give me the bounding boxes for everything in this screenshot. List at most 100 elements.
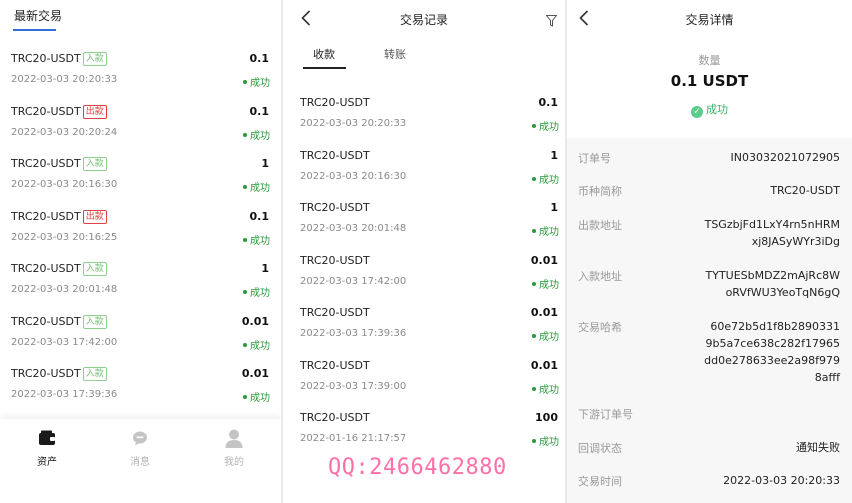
transaction-list: TRC20-USDT 入款 2022-03-03 20:20:33 0.1 成功 … (0, 42, 281, 410)
status-badge: 成功 (532, 171, 559, 186)
status-badge: 成功 (532, 118, 559, 133)
list-item[interactable]: TRC20-USDT 入款 2022-03-03 17:42:00 0.01 成功 (0, 305, 281, 358)
deposit-tag: 入款 (82, 262, 107, 276)
status-dot-icon (532, 229, 536, 233)
tabbar-label: 消息 (130, 457, 150, 468)
status-badge: 成功 (532, 381, 559, 396)
transaction-time: 2022-03-03 20:20:33 (11, 74, 118, 85)
list-item[interactable]: TRC20-USDT 入款 2022-03-03 17:39:36 0.01 成功 (0, 357, 281, 410)
currency-name: TRC20-USDT (300, 148, 370, 162)
transaction-amount: 0.01 (530, 253, 558, 267)
transaction-amount: 0.01 (241, 367, 269, 380)
list-item[interactable]: TRC20-USDT 2022-03-03 17:39:00 0.01 成功 (283, 349, 565, 402)
payout-address-label: 出款地址 (578, 219, 622, 232)
transaction-time: 2022-03-03 20:01:48 (300, 223, 407, 234)
deposit-tag: 入款 (82, 314, 107, 329)
transaction-time: 2022-01-16 21:17:57 (300, 433, 407, 444)
transaction-time: 2022-03-03 20:16:25 (11, 231, 118, 243)
chat-bubble-icon (133, 431, 147, 445)
active-tab-underline (13, 29, 56, 31)
status-dot-icon (532, 334, 536, 338)
transaction-amount: 0.1 (249, 209, 270, 223)
tabbar-item-profile[interactable]: 我的 (204, 427, 264, 468)
contact-watermark: QQ:2466462880 (328, 455, 507, 480)
tx-hash-label: 交易哈希 (578, 321, 622, 334)
list-item[interactable]: TRC20-USDT 2022-01-16 21:17:57 100 成功 (283, 401, 565, 454)
tab-transfer[interactable]: 转账 (384, 46, 406, 62)
transaction-time: 2022-03-03 17:42:00 (11, 336, 118, 348)
status-badge: 成功 (532, 223, 559, 238)
withdraw-tag: 出款 (82, 209, 107, 224)
status-dot-icon (243, 342, 247, 347)
status-badge: 成功 (243, 74, 270, 89)
deposit-address-value: TYTUESbMDZ2mAjRc8WoRVfWU3YeoTqN6gQ (705, 269, 840, 299)
status-dot-icon (243, 132, 247, 137)
status-dot-icon (532, 386, 536, 391)
payout-address-value: TSGzbjFd1LxY4rn5nHRMxj8JASyWYr3iDg (704, 218, 840, 248)
list-item[interactable]: TRC20-USDT 2022-03-03 20:01:48 1 成功 (283, 191, 565, 244)
list-item[interactable]: TRC20-USDT 2022-03-03 20:16:30 1 成功 (283, 139, 565, 192)
transaction-amount: 100 (535, 411, 558, 424)
tabbar-item-messages[interactable]: 消息 (110, 427, 170, 468)
status-badge: 成功 (243, 179, 270, 194)
status-dot-icon (532, 281, 536, 286)
currency-name: TRC20-USDT 出款 (11, 104, 107, 119)
user-icon (225, 429, 243, 448)
status-badge: ✓ 成功 (567, 101, 852, 118)
list-item[interactable]: TRC20-USDT 2022-03-03 17:42:00 0.01 成功 (283, 244, 565, 297)
status-badge: 成功 (532, 276, 559, 291)
list-item[interactable]: TRC20-USDT 2022-03-03 20:20:33 0.1 成功 (283, 86, 565, 139)
records-list: TRC20-USDT 2022-03-03 20:20:33 0.1 成功 TR… (283, 86, 565, 454)
currency-name: TRC20-USDT 入款 (11, 52, 107, 66)
transaction-amount: 0.1 (249, 104, 270, 118)
downstream-order-label: 下游订单号 (578, 408, 633, 421)
detail-fields: 订单号 IN03032021072905 币种简称 TRC20-USDT 出款地… (567, 138, 852, 503)
transaction-amount: 0.01 (530, 358, 558, 372)
tx-time-label: 交易时间 (578, 475, 622, 488)
transaction-time: 2022-03-03 17:42:00 (300, 275, 407, 287)
filter-button[interactable] (545, 12, 558, 31)
transaction-amount: 1 (550, 201, 558, 214)
transaction-amount: 0.01 (241, 314, 269, 328)
transaction-detail-panel: 交易详情 数量 0.1 USDT ✓ 成功 订单号 IN0303202107290… (567, 0, 852, 503)
tx-hash-value: 60e72b5d1f8b28903319b5a7ce638c282f17965d… (704, 320, 840, 384)
transaction-time: 2022-03-03 17:39:36 (300, 328, 407, 339)
list-item[interactable]: TRC20-USDT 出款 2022-03-03 20:20:24 0.1 成功 (0, 95, 281, 148)
transaction-amount: 0.01 (530, 306, 558, 319)
transaction-amount: 0.1 (249, 52, 270, 65)
currency-name: TRC20-USDT (300, 253, 370, 267)
currency-name: TRC20-USDT (300, 201, 370, 214)
status-dot-icon (532, 439, 536, 443)
active-tab-underline (303, 67, 346, 69)
tabbar-item-assets[interactable]: 资产 (17, 427, 77, 468)
deposit-tag: 入款 (82, 157, 107, 171)
tab-receive[interactable]: 收款 (313, 46, 335, 62)
list-item[interactable]: TRC20-USDT 2022-03-03 17:39:36 0.01 成功 (283, 296, 565, 349)
page-title: 交易记录 (399, 13, 448, 27)
list-item[interactable]: TRC20-USDT 入款 2022-03-03 20:16:30 1 成功 (0, 147, 281, 200)
currency-name: TRC20-USDT (300, 96, 370, 109)
order-number-label: 订单号 (578, 152, 611, 165)
tab-latest-transactions[interactable]: 最新交易 (14, 7, 62, 24)
order-number-value: IN03032021072905 (730, 151, 840, 164)
deposit-tag: 入款 (82, 367, 107, 381)
wallet-icon (39, 430, 55, 445)
currency-name: TRC20-USDT (300, 411, 370, 424)
currency-label: 币种简称 (578, 185, 622, 198)
status-badge: 成功 (243, 389, 270, 404)
transaction-amount: 1 (261, 157, 269, 170)
transaction-time: 2022-03-03 17:39:36 (11, 389, 118, 400)
currency-name: TRC20-USDT 入款 (11, 157, 107, 171)
list-item[interactable]: TRC20-USDT 出款 2022-03-03 20:16:25 0.1 成功 (0, 200, 281, 253)
list-item[interactable]: TRC20-USDT 入款 2022-03-03 20:20:33 0.1 成功 (0, 42, 281, 95)
transaction-amount: 0.1 (538, 96, 559, 109)
currency-name: TRC20-USDT 出款 (11, 209, 107, 224)
callback-status-label: 回调状态 (578, 442, 622, 455)
quantity-label: 数量 (698, 54, 721, 67)
transaction-time: 2022-03-03 17:39:00 (300, 380, 407, 392)
check-circle-icon: ✓ (691, 106, 703, 118)
transaction-time: 2022-03-03 20:20:33 (300, 118, 407, 129)
currency-value: TRC20-USDT (770, 184, 840, 197)
transaction-amount: 1 (550, 148, 558, 162)
list-item[interactable]: TRC20-USDT 入款 2022-03-03 20:01:48 1 成功 (0, 252, 281, 305)
